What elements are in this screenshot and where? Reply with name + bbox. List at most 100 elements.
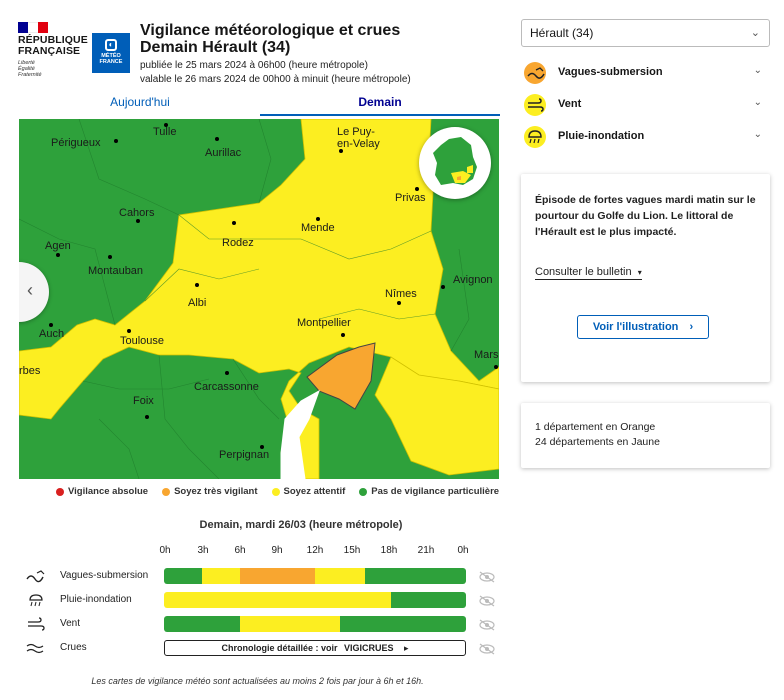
- city-toulouse: Toulouse: [120, 335, 165, 347]
- meteo-france-mark-icon: ◐: [105, 39, 117, 51]
- timeline-segment: [239, 568, 315, 584]
- legend-label: Soyez très vigilant: [174, 486, 258, 497]
- timeline-row-vagues: Vagues-submersion: [26, 568, 501, 586]
- hour-label: 21h: [417, 545, 435, 556]
- sidebar: Hérault (34) ⌄ Vagues-submersion ⌄ Vent …: [515, 0, 784, 700]
- chevron-down-icon: ⌄: [753, 129, 762, 140]
- legend-swatch-green: [359, 487, 368, 496]
- accordion-label: Vagues-submersion: [558, 66, 663, 78]
- timeline-label: Pluie-inondation: [60, 594, 132, 605]
- legend-label: Soyez attentif: [283, 486, 346, 497]
- rain-icon: [26, 593, 48, 607]
- legend-label: Vigilance absolue: [68, 486, 149, 497]
- update-footnote: Les cartes de vigilance météo sont actua…: [91, 676, 424, 686]
- legend-swatch-yellow: [271, 487, 280, 496]
- tab-today[interactable]: Aujourd'hui: [20, 92, 260, 116]
- map-legend: Vigilance absolue Soyez très vigilant So…: [56, 486, 499, 497]
- illustration-button-label: Voir l'illustration: [592, 321, 679, 333]
- page-header: Vigilance météorologique et crues Demain…: [140, 22, 500, 87]
- timeline-segment: [164, 592, 391, 608]
- legend-swatch-orange: [162, 487, 171, 496]
- legend-item: Pas de vigilance particulière: [359, 486, 499, 497]
- hour-label: 0h: [457, 545, 469, 556]
- department-select[interactable]: Hérault (34) ⌄: [521, 19, 770, 47]
- france-inset-map[interactable]: [419, 127, 491, 199]
- hour-label: 9h: [271, 545, 283, 556]
- republique-line2: FRANÇAISE: [18, 45, 81, 57]
- vigicrues-button-label: Chronologie détaillée : voir: [221, 643, 338, 653]
- accordion-vent[interactable]: Vent ⌄: [521, 91, 770, 119]
- city-tulle: Tulle: [153, 126, 177, 138]
- motto-3: Fraternité: [18, 72, 42, 78]
- wind-icon: [26, 617, 48, 631]
- timeline-row-crues: Crues Chronologie détaillée : voir VIGIC…: [26, 640, 501, 658]
- city-dot: [114, 139, 118, 143]
- meteo-logo-line2: FRANCE: [99, 59, 123, 65]
- city-dot: [316, 217, 320, 221]
- city-marseille: Mars: [474, 349, 499, 361]
- hour-label: 6h: [234, 545, 246, 556]
- accordion-vagues-submersion[interactable]: Vagues-submersion ⌄: [521, 59, 770, 87]
- chevron-left-icon: ‹: [27, 280, 33, 300]
- city-dot: [232, 221, 236, 225]
- legend-item: Soyez attentif: [271, 486, 346, 497]
- department-select-value: Hérault (34): [530, 26, 594, 40]
- eye-off-icon[interactable]: [478, 642, 496, 655]
- wind-icon: [524, 94, 546, 116]
- city-dot: [195, 283, 199, 287]
- vigilance-panel: RÉPUBLIQUE FRANÇAISE Liberté Égalité Fra…: [0, 0, 515, 700]
- timeline-segment: [201, 568, 240, 584]
- tab-tomorrow[interactable]: Demain: [260, 92, 500, 116]
- chevron-down-icon: ⌄: [753, 65, 762, 76]
- city-dot: [494, 365, 498, 369]
- city-carcassonne: Carcassonne: [194, 381, 259, 393]
- hour-label: 0h: [159, 545, 171, 556]
- republique-francaise-logo: RÉPUBLIQUE FRANÇAISE Liberté Égalité Fra…: [18, 22, 88, 78]
- city-tarbes: rbes: [19, 365, 41, 377]
- chevron-down-icon: ⌄: [750, 27, 760, 39]
- city-dot: [397, 301, 401, 305]
- accordion-pluie-inondation[interactable]: Pluie-inondation ⌄: [521, 123, 770, 151]
- city-albi: Albi: [188, 297, 207, 309]
- legend-swatch-red: [56, 487, 64, 496]
- bulletin-link[interactable]: Consulter le bulletin ▾: [535, 266, 642, 280]
- timeline-label: Crues: [60, 642, 87, 653]
- timeline-hours: 0h 3h 6h 9h 12h 15h 18h 21h 0h: [158, 545, 478, 559]
- timeline-segment: [340, 616, 466, 632]
- timeline-segment: [365, 568, 466, 584]
- meteo-france-logo: ◐ MÉTÉO FRANCE: [92, 33, 130, 73]
- eye-off-icon[interactable]: [478, 618, 496, 631]
- vigicrues-button[interactable]: Chronologie détaillée : voir VIGICRUES ▸: [164, 640, 466, 656]
- city-dot: [136, 219, 140, 223]
- chevron-down-icon: ⌄: [753, 97, 762, 108]
- hour-label: 15h: [343, 545, 361, 556]
- eye-off-icon[interactable]: [478, 594, 496, 607]
- city-perigueux: Périgueux: [51, 137, 101, 149]
- eye-off-icon[interactable]: [478, 570, 496, 583]
- timeline-bar: [164, 592, 466, 608]
- vigilance-map[interactable]: Périgueux Tulle Aurillac Le Puy- en-Vela…: [19, 119, 499, 479]
- city-dot: [56, 253, 60, 257]
- waves-icon: [26, 569, 48, 583]
- timeline-title: Demain, mardi 26/03 (heure métropole): [199, 519, 403, 531]
- caret-down-icon: ▾: [637, 268, 642, 277]
- city-montpellier: Montpellier: [297, 317, 351, 329]
- waves-icon: [524, 62, 546, 84]
- timeline-row-vent: Vent: [26, 616, 501, 634]
- french-flag-icon: [18, 22, 48, 33]
- city-dot: [127, 329, 131, 333]
- city-foix: Foix: [133, 395, 154, 407]
- accordion-label: Pluie-inondation: [558, 130, 645, 142]
- page-title: Vigilance météorologique et crues: [140, 22, 401, 39]
- illustration-button[interactable]: Voir l'illustration ›: [577, 315, 709, 339]
- summary-card: 1 département en Orange 24 départements …: [521, 403, 770, 468]
- city-cahors: Cahors: [119, 207, 155, 219]
- hour-label: 12h: [306, 545, 324, 556]
- city-aurillac: Aurillac: [205, 147, 242, 159]
- bulletin-link-label: Consulter le bulletin: [535, 266, 632, 278]
- crues-icon: [26, 641, 48, 655]
- city-dot: [49, 323, 53, 327]
- france-mini-map-icon: [433, 137, 477, 185]
- city-en-velay: en-Velay: [337, 138, 380, 150]
- timeline-segment: [239, 616, 341, 632]
